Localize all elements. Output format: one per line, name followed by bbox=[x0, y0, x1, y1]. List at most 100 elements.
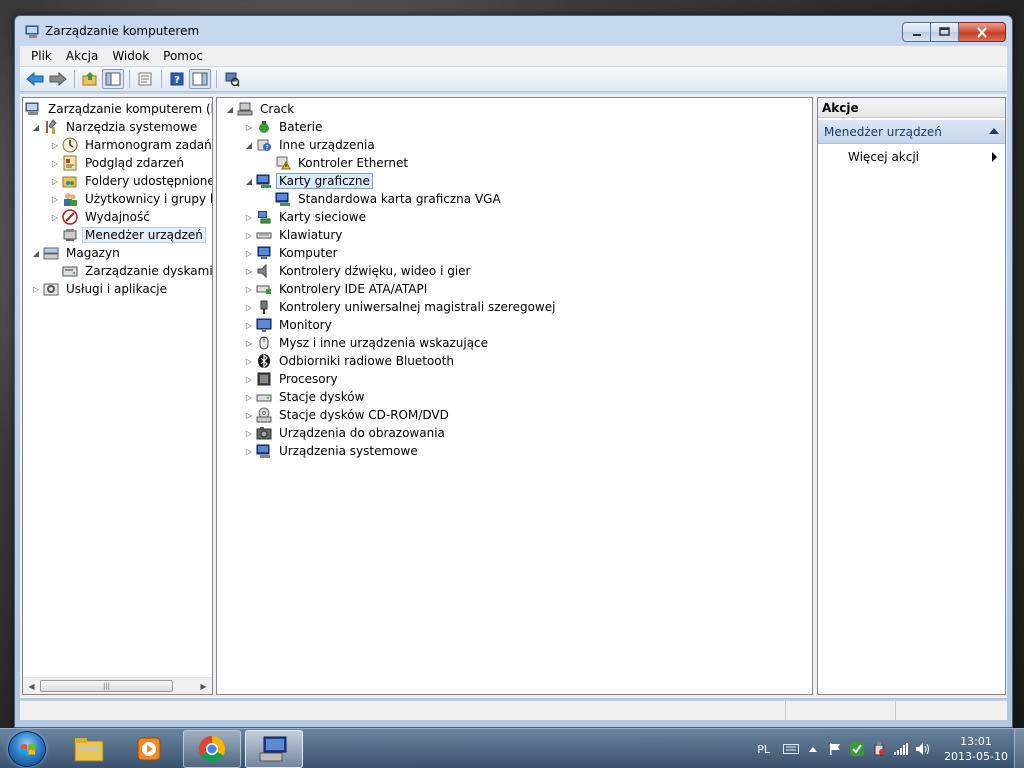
taskbar-explorer[interactable] bbox=[60, 730, 118, 768]
horizontal-scrollbar[interactable]: ◀ ||| ▶ bbox=[23, 677, 212, 694]
device-tree-root[interactable]: ◢ Crack bbox=[225, 100, 297, 118]
taskbar-media-player[interactable] bbox=[120, 730, 178, 768]
volume-icon[interactable] bbox=[915, 741, 931, 757]
device-category-system-devices[interactable]: ▷ Urządzenia systemowe bbox=[244, 442, 421, 460]
up-folder-button[interactable] bbox=[79, 69, 101, 89]
actions-header: Akcje bbox=[818, 98, 1005, 118]
collapsed-arrow-icon[interactable]: ▷ bbox=[244, 428, 254, 438]
collapsed-arrow-icon[interactable]: ▷ bbox=[244, 356, 254, 366]
actions-section-device-manager[interactable]: Menedżer urządzeń bbox=[818, 120, 1005, 144]
device-category-ide[interactable]: ▷ Kontrolery IDE ATA/ATAPI bbox=[244, 280, 430, 298]
device-category-display-adapters[interactable]: ◢ Karty graficzne bbox=[244, 172, 373, 190]
start-button[interactable] bbox=[8, 731, 46, 767]
device-category-cdrom[interactable]: ▷ Stacje dysków CD-ROM/DVD bbox=[244, 406, 452, 424]
help-button[interactable]: ? bbox=[166, 69, 188, 89]
tree-item-system-tools[interactable]: ◢ Narzędzia systemowe bbox=[31, 118, 200, 136]
collapsed-arrow-icon[interactable]: ▷ bbox=[50, 212, 60, 222]
tree-item-event-viewer[interactable]: ▷ Podgląd zdarzeń bbox=[50, 154, 187, 172]
minimize-button[interactable] bbox=[902, 22, 931, 42]
device-category-network-adapters[interactable]: ▷ Karty sieciowe bbox=[244, 208, 369, 226]
device-category-computer[interactable]: ▷ Komputer bbox=[244, 244, 341, 262]
show-hide-action-pane-button[interactable] bbox=[189, 69, 211, 89]
expanded-arrow-icon[interactable]: ◢ bbox=[244, 140, 254, 150]
device-category-imaging[interactable]: ▷ Urządzenia do obrazowania bbox=[244, 424, 448, 442]
device-category-mouse[interactable]: ▷ Mysz i inne urządzenia wskazujące bbox=[244, 334, 491, 352]
collapsed-arrow-icon[interactable]: ▷ bbox=[244, 374, 254, 384]
device-category-keyboards[interactable]: ▷ Klawiatury bbox=[244, 226, 345, 244]
safely-remove-hardware-icon[interactable] bbox=[871, 741, 887, 757]
scroll-right-icon[interactable]: ▶ bbox=[195, 678, 212, 694]
device-standard-vga[interactable]: Standardowa karta graficzna VGA bbox=[263, 190, 504, 208]
menu-action[interactable]: Akcja bbox=[59, 49, 105, 63]
update-check-icon[interactable] bbox=[849, 741, 865, 757]
collapsed-arrow-icon[interactable]: ▷ bbox=[244, 338, 254, 348]
scrollbar-thumb[interactable]: ||| bbox=[40, 680, 173, 692]
maximize-button[interactable] bbox=[931, 22, 959, 42]
menu-help[interactable]: Pomoc bbox=[156, 49, 210, 63]
network-signal-icon[interactable] bbox=[893, 741, 909, 757]
close-button[interactable] bbox=[959, 22, 1006, 42]
tree-item-local-users[interactable]: ▷ Użytkownicy i grupy lokalne bbox=[50, 190, 212, 208]
tree-item-device-manager[interactable]: Menedżer urządzeń bbox=[50, 226, 206, 244]
device-category-processors[interactable]: ▷ Procesory bbox=[244, 370, 341, 388]
tree-item-services-applications[interactable]: ▷ Usługi i aplikacje bbox=[31, 280, 170, 298]
device-ethernet-controller[interactable]: Kontroler Ethernet bbox=[263, 154, 411, 172]
collapsed-arrow-icon[interactable]: ▷ bbox=[31, 284, 41, 294]
tree-item-disk-management[interactable]: Zarządzanie dyskami bbox=[50, 262, 212, 280]
device-category-usb[interactable]: ▷ Kontrolery uniwersalnej magistrali sze… bbox=[244, 298, 558, 316]
expanded-arrow-icon[interactable]: ◢ bbox=[31, 122, 41, 132]
collapse-up-icon[interactable] bbox=[989, 128, 999, 134]
scan-hardware-button[interactable] bbox=[221, 69, 243, 89]
show-hidden-icons-icon[interactable] bbox=[805, 741, 821, 757]
device-category-other-devices[interactable]: ◢ ? Inne urządzenia bbox=[244, 136, 378, 154]
collapsed-arrow-icon[interactable]: ▷ bbox=[244, 230, 254, 240]
action-center-flag-icon[interactable] bbox=[827, 741, 843, 757]
more-actions-item[interactable]: Więcej akcji bbox=[818, 147, 1005, 167]
language-indicator[interactable]: PL bbox=[757, 743, 770, 756]
collapsed-arrow-icon[interactable]: ▷ bbox=[50, 194, 60, 204]
title-bar[interactable]: Zarządzanie komputerem bbox=[15, 16, 1012, 46]
device-category-label: Monitory bbox=[279, 318, 332, 332]
collapsed-arrow-icon[interactable]: ▷ bbox=[50, 176, 60, 186]
tree-item-task-scheduler[interactable]: ▷ Harmonogram zadań bbox=[50, 136, 212, 154]
show-hide-tree-icon bbox=[105, 72, 121, 86]
menu-file[interactable]: Plik bbox=[20, 49, 59, 63]
collapsed-arrow-icon[interactable]: ▷ bbox=[244, 284, 254, 294]
show-desktop-button[interactable] bbox=[1014, 729, 1024, 768]
collapsed-arrow-icon[interactable]: ▷ bbox=[244, 122, 254, 132]
collapsed-arrow-icon[interactable]: ▷ bbox=[50, 158, 60, 168]
expanded-arrow-icon[interactable]: ◢ bbox=[31, 248, 41, 258]
scroll-left-icon[interactable]: ◀ bbox=[23, 678, 40, 694]
collapsed-arrow-icon[interactable]: ▷ bbox=[244, 392, 254, 402]
taskbar-computer-management[interactable] bbox=[245, 730, 303, 768]
collapsed-arrow-icon[interactable]: ▷ bbox=[244, 302, 254, 312]
device-category-disk-drives[interactable]: ▷ Stacje dysków bbox=[244, 388, 367, 406]
expanded-arrow-icon[interactable]: ◢ bbox=[244, 176, 254, 186]
device-category-label: Baterie bbox=[279, 120, 323, 134]
forward-button[interactable] bbox=[47, 69, 69, 89]
show-hide-tree-button[interactable] bbox=[102, 69, 124, 89]
tree-item-storage[interactable]: ◢ Magazyn bbox=[31, 244, 123, 262]
properties-button[interactable] bbox=[134, 69, 156, 89]
keyboard-icon[interactable] bbox=[783, 741, 800, 757]
taskbar-chrome[interactable] bbox=[183, 730, 241, 768]
tree-item-performance[interactable]: ▷ Wydajność bbox=[50, 208, 153, 226]
collapsed-arrow-icon[interactable]: ▷ bbox=[244, 320, 254, 330]
collapsed-arrow-icon[interactable]: ▷ bbox=[244, 212, 254, 222]
collapsed-arrow-icon[interactable]: ▷ bbox=[244, 266, 254, 276]
tree-item-computer-management[interactable]: Zarządzanie komputerem (lokalne) bbox=[25, 100, 212, 118]
clock[interactable]: 13:01 2013-05-10 bbox=[944, 734, 1008, 764]
collapsed-arrow-icon[interactable]: ▷ bbox=[244, 446, 254, 456]
collapsed-arrow-icon[interactable]: ▷ bbox=[244, 410, 254, 420]
collapsed-arrow-icon[interactable]: ▷ bbox=[244, 248, 254, 258]
device-category-bluetooth[interactable]: ▷ Odbiorniki radiowe Bluetooth bbox=[244, 352, 457, 370]
tree-item-shared-folders[interactable]: ▷ Foldery udostępnione bbox=[50, 172, 212, 190]
back-button[interactable] bbox=[24, 69, 46, 89]
device-category-monitors[interactable]: ▷ Monitory bbox=[244, 316, 335, 334]
expanded-arrow-icon[interactable]: ◢ bbox=[225, 104, 235, 114]
taskbar: PL 13:01 2013-05-10 bbox=[0, 728, 1024, 768]
device-category-sound[interactable]: ▷ Kontrolery dźwięku, wideo i gier bbox=[244, 262, 473, 280]
collapsed-arrow-icon[interactable]: ▷ bbox=[50, 140, 60, 150]
menu-view[interactable]: Widok bbox=[105, 49, 156, 63]
device-category-batteries[interactable]: ▷ Baterie bbox=[244, 118, 325, 136]
